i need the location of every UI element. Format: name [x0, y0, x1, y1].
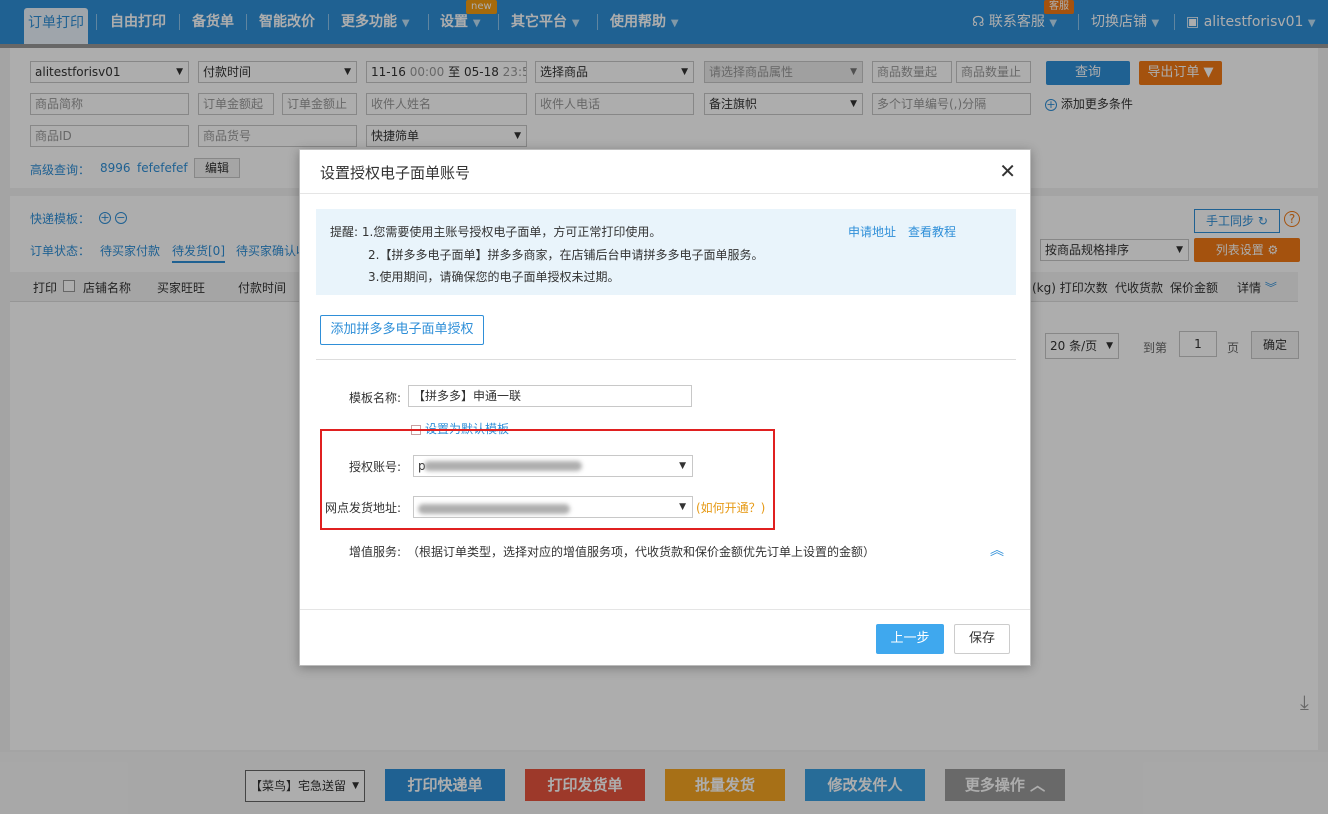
dialog-header: 设置授权电子面单账号 ✕ [300, 150, 1030, 194]
divider [316, 359, 1016, 360]
branch-address-label: 网点发货地址: [325, 501, 402, 515]
save-button[interactable]: 保存 [954, 624, 1010, 654]
auth-account-label: 授权账号: [349, 460, 402, 474]
apply-address-link[interactable]: 申请地址 [848, 223, 896, 240]
template-name-input[interactable]: 【拼多多】申通一联 [408, 385, 692, 407]
caret-down-icon: ▼ [679, 461, 686, 471]
dialog-title: 设置授权电子面单账号 [320, 164, 471, 182]
tip-line-2: 2.【拼多多电子面单】拼多多商家，在店铺后台申请拼多多电子面单服务。 [368, 248, 764, 262]
double-chevron-up-icon[interactable]: ︽ [990, 540, 1004, 560]
tip-line-3: 3.使用期间，请确保您的电子面单授权未过期。 [368, 270, 620, 284]
add-pdd-auth-button[interactable]: 添加拼多多电子面单授权 [320, 315, 484, 345]
caret-down-icon: ▼ [679, 502, 686, 512]
tip-line-1: 提醒: 1.您需要使用主账号授权电子面单，方可正常打印使用。 [330, 223, 661, 240]
value-added-desc: （根据订单类型，选择对应的增值服务项，代收货款和保价金额优先订单上设置的金额） [407, 545, 876, 559]
how-to-open-link[interactable]: (如何开通？) [696, 499, 765, 516]
close-icon[interactable]: ✕ [999, 159, 1016, 183]
redacted-address [418, 504, 570, 514]
template-name-label: 模板名称: [349, 391, 402, 405]
redacted-account [424, 461, 582, 471]
auth-dialog: 设置授权电子面单账号 ✕ 提醒: 1.您需要使用主账号授权电子面单，方可正常打印… [299, 149, 1031, 666]
value-added-label: 增值服务: [349, 545, 402, 559]
tip-1-text: 1.您需要使用主账号授权电子面单，方可正常打印使用。 [361, 225, 662, 239]
tip-label: 提醒: [330, 225, 359, 239]
tip-box: 提醒: 1.您需要使用主账号授权电子面单，方可正常打印使用。 2.【拼多多电子面… [316, 209, 1016, 295]
footer-divider [300, 609, 1030, 610]
tutorial-link[interactable]: 查看教程 [908, 223, 956, 240]
prev-step-button[interactable]: 上一步 [876, 624, 944, 654]
